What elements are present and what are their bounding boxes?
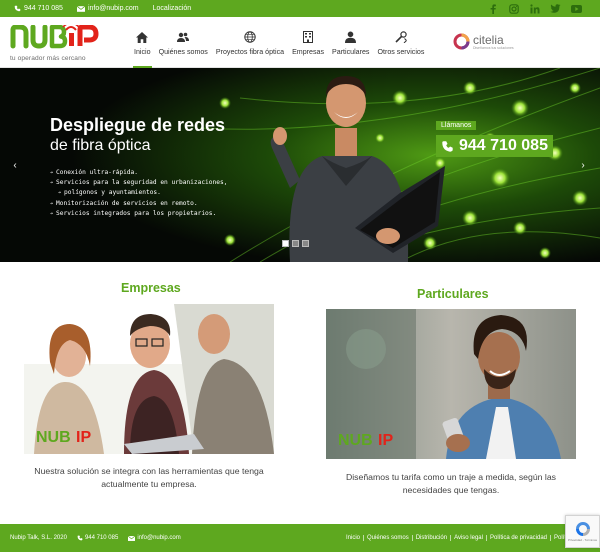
nav-item-label: Otros servicios — [377, 48, 425, 56]
footer-phone-text: 944 710 085 — [84, 535, 119, 541]
brand-tagline: tu operador más cercano — [10, 55, 86, 62]
footer-company-text: Nubip Talk, S.L. 2020 — [10, 535, 67, 541]
nav-item-particulares[interactable]: Particulares — [328, 17, 373, 68]
footer-email[interactable]: info@nubip.com — [128, 535, 181, 541]
phone-icon — [442, 140, 453, 152]
slider-prev-button[interactable]: ‹ — [8, 157, 22, 173]
call-us-phone-text: 944 710 085 — [459, 137, 548, 154]
nav-item-otros-servicios[interactable]: Otros servicios — [373, 17, 428, 68]
slider-next-button[interactable]: › — [576, 157, 590, 173]
topbar-location-text: Localización — [152, 5, 192, 12]
instagram-icon[interactable] — [508, 3, 519, 14]
topbar-email[interactable]: info@nubip.com — [76, 5, 139, 12]
footer-links: Inicio Quiénes somos Distribución Aviso … — [343, 535, 585, 541]
footer-link[interactable]: Aviso legal — [451, 535, 487, 541]
nav-item-label: Inicio — [134, 48, 151, 56]
topbar-phone[interactable]: 944 710 085 — [14, 5, 63, 12]
hero-bullet-list: Conexión ultra-rápida. Servicios para la… — [50, 168, 227, 219]
topbar-location-link[interactable]: Localización — [153, 5, 192, 12]
globe-icon — [244, 31, 256, 43]
chevron-right-icon: › — [581, 159, 585, 171]
citelia-ring-icon — [453, 33, 470, 50]
call-us-label: Llámanos — [436, 121, 477, 130]
recaptcha-label: Privacidad - Términos — [567, 538, 598, 542]
top-bar: 944 710 085 info@nubip.com Localización — [0, 0, 600, 17]
linkedin-icon[interactable] — [529, 3, 540, 14]
phone-icon — [77, 535, 83, 541]
call-us-box[interactable]: Llámanos 944 710 085 — [436, 114, 553, 157]
youtube-icon[interactable] — [571, 3, 582, 14]
slider-dot[interactable] — [282, 240, 289, 247]
main-nav: Inicio Quiénes somos Proyectos fibra ópt… — [130, 17, 428, 68]
facebook-icon[interactable] — [487, 3, 498, 14]
user-icon — [345, 31, 357, 43]
phone-icon — [14, 5, 21, 12]
footer-phone[interactable]: 944 710 085 — [77, 535, 118, 541]
particulares-image[interactable]: NUB IP — [326, 309, 576, 459]
particulares-description: Diseñamos tu tarifa como un traje a medi… — [345, 472, 557, 495]
nav-item-label: Empresas — [292, 48, 325, 56]
empresas-description: Nuestra solución se integra con las herr… — [34, 466, 264, 489]
nav-item-quienes-somos[interactable]: Quiénes somos — [155, 17, 212, 68]
nav-item-proyectos-fibra[interactable]: Proyectos fibra óptica — [212, 17, 288, 68]
business-team-photo: NUB IP — [24, 304, 274, 454]
empresas-image[interactable]: NUB IP — [24, 304, 274, 454]
footer-company: Nubip Talk, S.L. 2020 — [10, 535, 67, 541]
citelia-partner-logo[interactable]: citelia Diseñamos tus soluciones — [453, 33, 514, 50]
slider-dot[interactable] — [292, 240, 299, 247]
footer-link[interactable]: Política de privacidad — [487, 535, 552, 541]
citelia-name: citelia — [473, 32, 504, 47]
nav-item-inicio[interactable]: Inicio — [130, 17, 155, 68]
topbar-email-text: info@nubip.com — [87, 5, 139, 12]
site-footer: Nubip Talk, S.L. 2020 944 710 085 info@n… — [0, 524, 600, 552]
hero-bullet: polígonos y ayuntamientos. — [50, 188, 227, 198]
tools-icon — [395, 31, 407, 43]
envelope-icon — [128, 535, 136, 541]
hero-bullet: Servicios para la seguridad en urbanizac… — [50, 178, 227, 188]
twitter-icon[interactable] — [550, 3, 561, 14]
footer-email-text: info@nubip.com — [137, 535, 181, 541]
home-icon — [136, 32, 149, 43]
hero-title-line1: Despliegue de redes — [50, 115, 226, 135]
people-icon — [177, 32, 190, 42]
chevron-left-icon: ‹ — [13, 159, 17, 171]
call-us-phone[interactable]: 944 710 085 — [436, 135, 553, 157]
nubip-logo[interactable]: tu operador más cercano — [10, 22, 100, 62]
hero-bullet: Monitorización de servicios en remoto. — [50, 199, 227, 209]
young-man-phone-photo: NUB IP — [326, 309, 576, 459]
social-links — [487, 3, 582, 14]
envelope-icon — [76, 5, 85, 12]
nav-item-label: Particulares — [332, 48, 370, 56]
citelia-subtitle: Diseñamos tus soluciones — [473, 45, 514, 50]
recaptcha-badge[interactable]: Privacidad - Términos — [565, 515, 600, 548]
footer-link[interactable]: Distribución — [413, 535, 452, 541]
nubip-wordmark — [10, 22, 99, 49]
nav-item-label: Proyectos fibra óptica — [215, 48, 285, 56]
empresas-title[interactable]: Empresas — [121, 281, 181, 295]
topbar-phone-text: 944 710 085 — [24, 5, 63, 12]
nav-item-empresas[interactable]: Empresas — [288, 17, 328, 68]
footer-link[interactable]: Inicio — [343, 535, 365, 541]
particulares-title[interactable]: Particulares — [417, 287, 489, 301]
slider-dots — [282, 240, 309, 247]
footer-link[interactable]: Quiénes somos — [364, 535, 413, 541]
hero-bullet: Servicios integrados para los propietari… — [50, 209, 227, 219]
svg-text:IP: IP — [76, 429, 91, 446]
building-icon — [303, 31, 314, 43]
recaptcha-icon — [575, 522, 590, 536]
nav-item-label: Quiénes somos — [158, 48, 208, 56]
svg-text:IP: IP — [378, 432, 393, 449]
fiber-optic-background — [0, 68, 600, 262]
hero-slider: Despliegue de redes de fibra óptica Cone… — [0, 68, 600, 262]
slider-dot[interactable] — [302, 240, 309, 247]
svg-text:NUB: NUB — [338, 432, 373, 449]
hero-title-line2: de fibra óptica — [50, 137, 151, 154]
hero-bullet: Conexión ultra-rápida. — [50, 168, 227, 178]
svg-text:NUB: NUB — [36, 429, 71, 446]
site-header: tu operador más cercano Inicio Quiénes s… — [0, 17, 600, 68]
